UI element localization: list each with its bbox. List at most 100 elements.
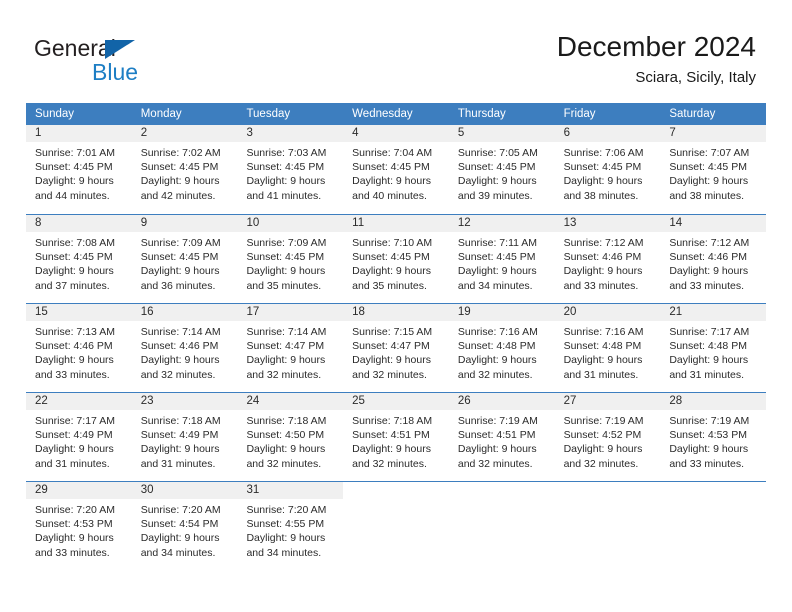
daylight-text-line2: and 44 minutes. [35,189,110,202]
day-cell[interactable]: 10 Sunrise: 7:09 AM Sunset: 4:45 PM Dayligh… [237,215,344,303]
daylight-text-line1: Daylight: 9 hours [35,265,114,278]
day-number [554,482,661,499]
day-cell[interactable]: 22 Sunrise: 7:17 AM Sunset: 4:49 PM Dayligh… [26,393,132,481]
day-cell[interactable]: 26 Sunrise: 7:19 AM Sunset: 4:51 PM Dayligh… [448,393,555,481]
daylight-text-line1: Daylight: 9 hours [246,532,326,545]
sunrise-text: Sunrise: 7:12 AM [563,237,644,249]
daylight-text-line1: Daylight: 9 hours [563,265,643,278]
weekday-header-row: Sunday Monday Tuesday Wednesday Thursday… [26,103,766,125]
daylight-text-line2: and 32 minutes. [140,368,216,381]
day-cell[interactable]: 23 Sunrise: 7:18 AM Sunset: 4:49 PM Dayligh… [131,393,238,481]
daylight-text-line2: and 31 minutes. [140,457,216,470]
day-cell[interactable]: 11 Sunrise: 7:10 AM Sunset: 4:45 PM Dayligh… [343,215,449,303]
daylight-text-line2: and 31 minutes. [563,368,639,381]
sunset-text: Sunset: 4:46 PM [669,251,747,264]
day-cell[interactable]: 3 Sunrise: 7:03 AM Sunset: 4:45 PM Daylight… [237,125,344,214]
day-number: 8 [26,215,132,232]
day-cell[interactable]: 15 Sunrise: 7:13 AM Sunset: 4:46 PM Dayligh… [26,304,132,392]
day-details: Sunrise: 7:17 AM Sunset: 4:49 PM Daylight:… [26,410,132,471]
day-number: 30 [131,482,238,499]
sunset-text: Sunset: 4:45 PM [246,161,325,174]
day-details: Sunrise: 7:20 AM Sunset: 4:55 PM Daylight:… [237,499,343,560]
day-cell[interactable]: 30 Sunrise: 7:20 AM Sunset: 4:54 PM Dayligh… [131,482,238,570]
day-cell[interactable]: 9 Sunrise: 7:09 AM Sunset: 4:45 PM Daylight… [131,215,238,303]
day-cell[interactable]: 18 Sunrise: 7:15 AM Sunset: 4:47 PM Dayligh… [343,304,449,392]
week-row: 1 Sunrise: 7:01 AM Sunset: 4:45 PM Daylight… [26,125,767,214]
daylight-text-line2: and 32 minutes. [246,457,322,470]
daylight-text-line1: Daylight: 9 hours [457,175,537,188]
day-cell[interactable]: 2 Sunrise: 7:02 AM Sunset: 4:45 PM Daylight… [131,125,238,214]
day-cell[interactable]: 12 Sunrise: 7:11 AM Sunset: 4:45 PM Dayligh… [448,215,555,303]
day-cell[interactable]: 31 Sunrise: 7:20 AM Sunset: 4:55 PM Dayligh… [237,482,344,570]
week-row: 15 Sunrise: 7:13 AM Sunset: 4:46 PM Dayligh… [26,303,767,392]
day-details [449,499,555,503]
sunrise-text: Sunrise: 7:18 AM [352,415,433,427]
sunset-text: Sunset: 4:45 PM [457,161,536,174]
sunrise-text: Sunrise: 7:08 AM [35,237,115,249]
day-details: Sunrise: 7:18 AM Sunset: 4:49 PM Daylight:… [132,410,238,471]
sunrise-text: Sunrise: 7:19 AM [669,415,750,427]
day-number: 17 [237,304,344,321]
day-cell[interactable]: 16 Sunrise: 7:14 AM Sunset: 4:46 PM Dayligh… [131,304,238,392]
daylight-text-line2: and 32 minutes. [352,368,427,381]
daylight-text-line1: Daylight: 9 hours [352,443,431,456]
day-cell[interactable]: 24 Sunrise: 7:18 AM Sunset: 4:50 PM Dayligh… [237,393,344,481]
day-details: Sunrise: 7:10 AM Sunset: 4:45 PM Daylight:… [343,232,449,293]
day-cell[interactable]: 1 Sunrise: 7:01 AM Sunset: 4:45 PM Daylight… [26,125,132,214]
daylight-text-line1: Daylight: 9 hours [246,443,326,456]
daylight-text-line1: Daylight: 9 hours [352,265,431,278]
day-cell-empty [448,482,555,570]
daylight-text-line1: Daylight: 9 hours [246,265,326,278]
day-cell[interactable]: 7 Sunrise: 7:07 AM Sunset: 4:45 PM Daylight… [660,125,767,214]
day-details: Sunrise: 7:01 AM Sunset: 4:45 PM Daylight:… [26,142,132,203]
daylight-text-line2: and 35 minutes. [246,279,322,292]
weekday-header-thursday: Thursday [457,108,506,120]
brand-logo[interactable]: General Blue [34,35,234,87]
sunrise-text: Sunrise: 7:09 AM [140,237,221,249]
day-cell[interactable]: 5 Sunrise: 7:05 AM Sunset: 4:45 PM Daylight… [448,125,555,214]
day-cell[interactable]: 29 Sunrise: 7:20 AM Sunset: 4:53 PM Dayligh… [26,482,132,570]
day-cell[interactable]: 27 Sunrise: 7:19 AM Sunset: 4:52 PM Dayligh… [554,393,661,481]
day-details: Sunrise: 7:06 AM Sunset: 4:45 PM Daylight:… [555,142,661,203]
day-number: 13 [554,215,661,232]
day-details: Sunrise: 7:18 AM Sunset: 4:51 PM Daylight:… [343,410,449,471]
day-details: Sunrise: 7:05 AM Sunset: 4:45 PM Daylight:… [449,142,555,203]
day-cell[interactable]: 28 Sunrise: 7:19 AM Sunset: 4:53 PM Dayligh… [660,393,767,481]
sunrise-text: Sunrise: 7:05 AM [457,147,538,159]
day-number: 22 [26,393,132,410]
day-details: Sunrise: 7:09 AM Sunset: 4:45 PM Daylight:… [132,232,238,293]
day-cell[interactable]: 14 Sunrise: 7:12 AM Sunset: 4:46 PM Dayligh… [660,215,767,303]
daylight-text-line1: Daylight: 9 hours [457,354,537,367]
daylight-text-line2: and 32 minutes. [246,368,322,381]
sunrise-text: Sunrise: 7:14 AM [246,326,327,338]
daylight-text-line1: Daylight: 9 hours [563,354,643,367]
brand-name-blue: Blue [92,59,139,85]
day-cell[interactable]: 25 Sunrise: 7:18 AM Sunset: 4:51 PM Dayligh… [343,393,449,481]
day-details: Sunrise: 7:20 AM Sunset: 4:53 PM Daylight:… [26,499,132,560]
day-cell[interactable]: 17 Sunrise: 7:14 AM Sunset: 4:47 PM Dayligh… [237,304,344,392]
day-cell[interactable]: 6 Sunrise: 7:06 AM Sunset: 4:45 PM Daylight… [554,125,661,214]
sunrise-text: Sunrise: 7:20 AM [246,504,327,516]
sunset-text: Sunset: 4:49 PM [140,429,219,442]
day-cell[interactable]: 4 Sunrise: 7:04 AM Sunset: 4:45 PM Daylight… [343,125,449,214]
day-details: Sunrise: 7:13 AM Sunset: 4:46 PM Daylight:… [26,321,132,382]
day-number: 19 [448,304,555,321]
day-cell[interactable]: 19 Sunrise: 7:16 AM Sunset: 4:48 PM Dayligh… [448,304,555,392]
daylight-text-line1: Daylight: 9 hours [669,175,749,188]
day-details: Sunrise: 7:17 AM Sunset: 4:48 PM Daylight:… [660,321,766,382]
sunset-text: Sunset: 4:48 PM [669,340,747,353]
day-cell[interactable]: 8 Sunrise: 7:08 AM Sunset: 4:45 PM Daylight… [26,215,132,303]
daylight-text-line2: and 33 minutes. [35,546,110,559]
day-cell[interactable]: 20 Sunrise: 7:16 AM Sunset: 4:48 PM Dayligh… [554,304,661,392]
day-number: 15 [26,304,132,321]
brand-triangle-icon [105,40,135,59]
day-number: 23 [131,393,238,410]
day-details: Sunrise: 7:11 AM Sunset: 4:45 PM Daylight:… [449,232,555,293]
day-cell[interactable]: 21 Sunrise: 7:17 AM Sunset: 4:48 PM Dayligh… [660,304,767,392]
day-cell[interactable]: 13 Sunrise: 7:12 AM Sunset: 4:46 PM Dayligh… [554,215,661,303]
weekday-header-wednesday: Wednesday [352,108,413,120]
daylight-text-line1: Daylight: 9 hours [35,354,114,367]
daylight-text-line1: Daylight: 9 hours [352,175,431,188]
sunset-text: Sunset: 4:48 PM [563,340,642,353]
day-number [448,482,555,499]
